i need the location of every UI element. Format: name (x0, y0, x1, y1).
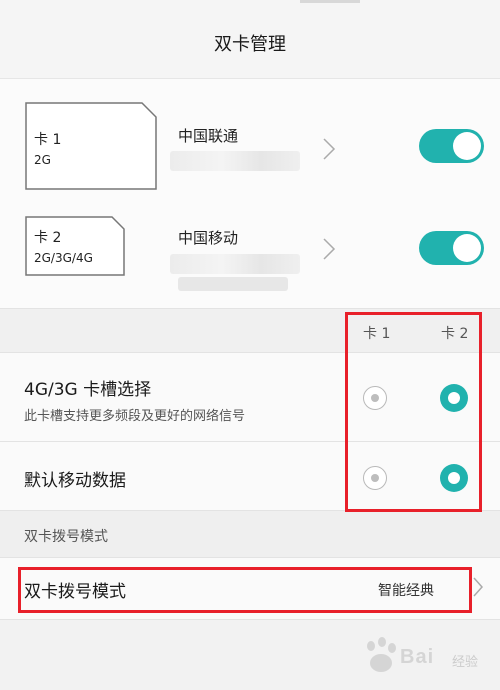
sim-card-icon: 卡 1 2G (24, 101, 158, 191)
sim-1-network: 2G (34, 153, 51, 167)
chevron-right-icon (323, 138, 336, 160)
toggle-knob (453, 234, 481, 262)
sim-row-2[interactable]: 卡 2 2G/3G/4G 中国移动 (0, 199, 500, 311)
chevron-right-icon (473, 577, 484, 597)
sim-list: 卡 1 2G 中国联通 卡 2 2G/3G/4G 中国移动 (0, 78, 500, 308)
baidu-watermark: Bai 经验 (360, 632, 490, 682)
sim-1-number-redacted (170, 151, 300, 171)
annotation-box-sim-columns (345, 312, 482, 512)
chevron-right-icon (323, 238, 336, 260)
watermark-suffix: 经验 (452, 655, 479, 670)
slot-selection-subtitle: 此卡槽支持更多频段及更好的网络信号 (24, 409, 246, 424)
sim-2-number-redacted-2 (178, 277, 288, 291)
page-title: 双卡管理 (214, 34, 286, 55)
sim-1-carrier: 中国联通 (178, 127, 239, 145)
annotation-box-dial-mode (18, 567, 472, 613)
sim-2-toggle[interactable] (419, 231, 484, 265)
header-bar: 双卡管理 (0, 0, 500, 78)
default-data-title: 默认移动数据 (24, 471, 126, 491)
sim-2-carrier: 中国移动 (178, 229, 239, 247)
sim-1-name: 卡 1 (34, 132, 62, 148)
slot-selection-title: 4G/3G 卡槽选择 (24, 380, 152, 400)
sim-2-network: 2G/3G/4G (34, 251, 93, 265)
sim-2-name: 卡 2 (34, 230, 62, 246)
status-bar-fragment (300, 0, 360, 3)
toggle-knob (453, 132, 481, 160)
sim-2-number-redacted (170, 254, 300, 274)
paw-icon (367, 637, 396, 672)
dial-section-label: 双卡拨号模式 (24, 529, 108, 545)
dial-section-header: 双卡拨号模式 (0, 510, 500, 558)
watermark-text: Bai (400, 646, 435, 668)
sim-card-icon: 卡 2 2G/3G/4G (24, 215, 126, 277)
dual-sim-settings-page: 双卡管理 卡 1 2G 中国联通 卡 2 2G/3G/4G 中国移动 卡 1 卡… (0, 0, 500, 690)
sim-row-1[interactable]: 卡 1 2G 中国联通 (0, 89, 500, 201)
sim-1-toggle[interactable] (419, 129, 484, 163)
